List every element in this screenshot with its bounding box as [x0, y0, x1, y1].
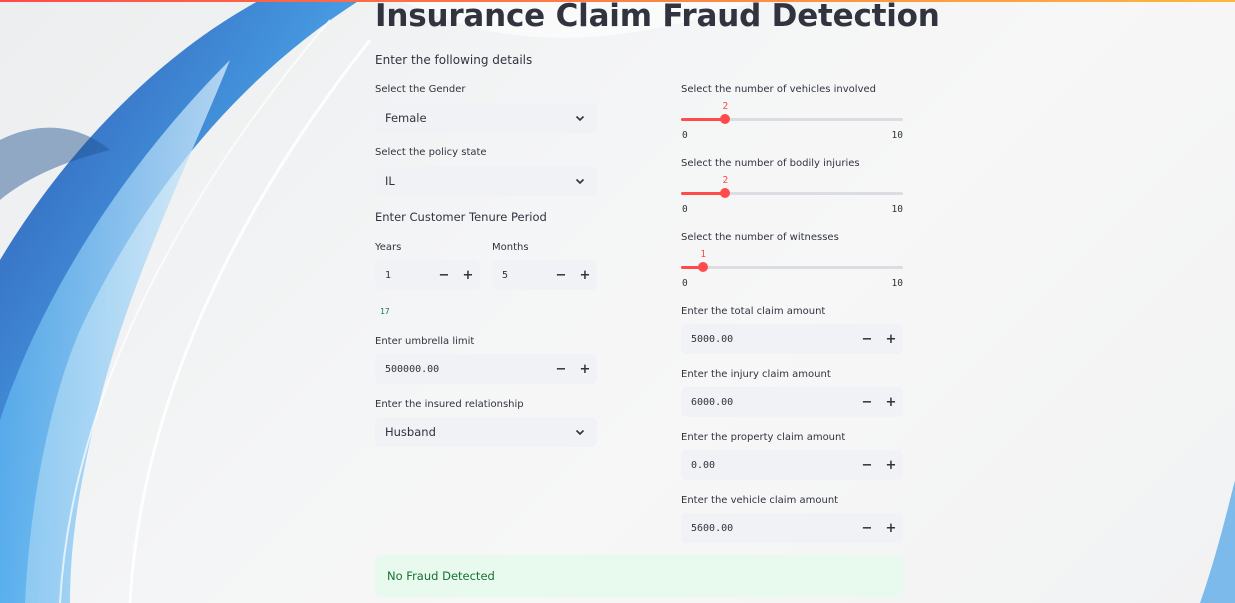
total-claim-decrement-button[interactable]: −	[855, 324, 879, 354]
total-claim-label: Enter the total claim amount	[681, 306, 826, 317]
injury-claim-decrement-button[interactable]: −	[855, 387, 879, 417]
slider-track	[681, 266, 903, 269]
policy-state-label: Select the policy state	[375, 147, 487, 158]
vehicle-claim-increment-button[interactable]: +	[879, 513, 903, 543]
slider-current-value: 1	[700, 249, 707, 260]
total-claim-increment-button[interactable]: +	[879, 324, 903, 354]
months-increment-button[interactable]: +	[573, 260, 597, 290]
policy-state-value: IL	[385, 174, 395, 188]
years-decrement-button[interactable]: −	[432, 260, 456, 290]
slider-max: 10	[891, 278, 903, 289]
vehicle-claim-decrement-button[interactable]: −	[855, 513, 879, 543]
witnesses-slider[interactable]: 1 0 10	[681, 238, 903, 289]
umbrella-label: Enter umbrella limit	[375, 336, 475, 347]
property-claim-decrement-button[interactable]: −	[855, 450, 879, 480]
intro-text: Enter the following details	[375, 53, 533, 67]
slider-thumb[interactable]	[720, 188, 731, 198]
vehicle-claim-value: 5600.00	[691, 522, 734, 534]
umbrella-increment-button[interactable]: +	[573, 354, 597, 384]
slider-fill	[681, 192, 726, 195]
slider-min: 0	[682, 204, 688, 215]
tenure-total: 17	[380, 307, 390, 316]
vehicle-claim-label: Enter the vehicle claim amount	[681, 495, 839, 506]
slider-thumb[interactable]	[698, 262, 709, 272]
years-input[interactable]: 1 − +	[375, 260, 480, 290]
years-increment-button[interactable]: +	[456, 260, 480, 290]
gender-select[interactable]: Female	[375, 103, 597, 133]
injury-claim-value: 6000.00	[691, 396, 734, 408]
umbrella-value: 500000.00	[385, 363, 440, 375]
property-claim-increment-button[interactable]: +	[879, 450, 903, 480]
vehicle-claim-input[interactable]: 5600.00 − +	[681, 513, 903, 543]
main-content: Insurance Claim Fraud Detection Enter th…	[0, 0, 1235, 603]
slider-max: 10	[891, 130, 903, 141]
gender-label: Select the Gender	[375, 84, 466, 95]
slider-current-value: 2	[722, 101, 729, 112]
page-title: Insurance Claim Fraud Detection	[375, 0, 940, 34]
injury-claim-increment-button[interactable]: +	[879, 387, 903, 417]
slider-current-value: 2	[722, 175, 729, 186]
months-label: Months	[492, 242, 529, 253]
injury-claim-input[interactable]: 6000.00 − +	[681, 387, 903, 417]
slider-min: 0	[682, 130, 688, 141]
relationship-label: Enter the insured relationship	[375, 399, 524, 410]
policy-state-select[interactable]: IL	[375, 166, 597, 196]
months-value: 5	[502, 269, 509, 281]
result-text: No Fraud Detected	[387, 569, 495, 583]
months-input[interactable]: 5 − +	[492, 260, 597, 290]
chevron-down-icon	[573, 425, 587, 439]
gender-value: Female	[385, 111, 427, 125]
relationship-select[interactable]: Husband	[375, 417, 597, 447]
slider-thumb[interactable]	[720, 114, 731, 124]
chevron-down-icon	[573, 111, 587, 125]
relationship-value: Husband	[385, 425, 436, 439]
property-claim-input[interactable]: 0.00 − +	[681, 450, 903, 480]
slider-max: 10	[891, 204, 903, 215]
property-claim-value: 0.00	[691, 459, 716, 471]
umbrella-input[interactable]: 500000.00 − +	[375, 354, 597, 384]
total-claim-input[interactable]: 5000.00 − +	[681, 324, 903, 354]
injury-claim-label: Enter the injury claim amount	[681, 369, 831, 380]
slider-min: 0	[682, 278, 688, 289]
chevron-down-icon	[573, 174, 587, 188]
tenure-label: Enter Customer Tenure Period	[375, 210, 547, 224]
top-decoration-bar	[0, 0, 1235, 2]
years-value: 1	[385, 269, 392, 281]
result-success-alert: No Fraud Detected	[375, 555, 903, 597]
injuries-slider[interactable]: 2 0 10	[681, 164, 903, 215]
property-claim-label: Enter the property claim amount	[681, 432, 846, 443]
years-label: Years	[375, 242, 402, 253]
total-claim-value: 5000.00	[691, 333, 734, 345]
umbrella-decrement-button[interactable]: −	[549, 354, 573, 384]
vehicles-slider[interactable]: 2 0 10	[681, 90, 903, 141]
slider-fill	[681, 118, 726, 121]
months-decrement-button[interactable]: −	[549, 260, 573, 290]
